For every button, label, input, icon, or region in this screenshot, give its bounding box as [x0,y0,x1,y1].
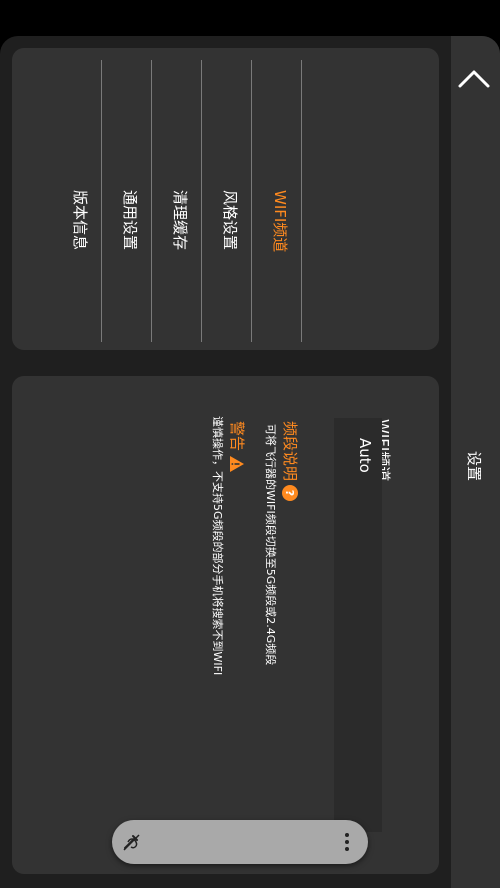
header-bar: 设置 [451,36,500,888]
chevron-up-icon [458,70,490,88]
wifi-channel-panel: WIFI频道 Auto 频段说明 ? 可将飞行器的WIFI频段切换至5G频段或2… [12,376,439,874]
more-vertical-icon [345,833,349,851]
nav-item-clear-cache[interactable]: 清理缓存 [171,60,252,342]
edit-button[interactable] [120,830,144,854]
more-button[interactable] [338,830,356,854]
nav-item-general-settings[interactable]: 通用设置 [121,60,202,342]
warning-text: 谨慎操作，不支持5G频段的部分手机将搜索不到WIFI [211,416,224,676]
floating-toolbar [112,820,368,864]
warning-title: 警告 [228,421,246,452]
band-info-text: 可将飞行器的WIFI频段切换至5G频段或2.4G频段 [264,424,277,666]
warning-heading: 警告 [227,421,248,473]
edit-icon [123,834,140,851]
band-info-heading: 频段说明 ? [280,421,301,502]
channel-select[interactable]: Auto [334,418,382,832]
warning-icon [230,456,245,473]
svg-text:?: ? [284,490,297,496]
band-info-title: 频段说明 [281,421,299,482]
channel-select-value: Auto [356,438,374,473]
nav-label: 版本信息 [71,190,89,251]
nav-item-wifi-channel[interactable]: WIFI频道 [271,60,352,342]
back-button[interactable] [454,60,494,96]
nav-item-style-settings[interactable]: 风格设置 [221,60,302,342]
page-title: 设置 [465,450,483,481]
nav-divider [101,60,102,342]
app-screen: 设置 WIFI频道 风格设置 清理缓存 通用设置 版本信息 WIFI频道 Aut… [0,36,500,888]
settings-nav-card: WIFI频道 风格设置 清理缓存 通用设置 版本信息 [12,48,439,350]
nav-item-version-info[interactable]: 版本信息 [71,60,152,342]
help-icon[interactable]: ? [282,485,299,502]
